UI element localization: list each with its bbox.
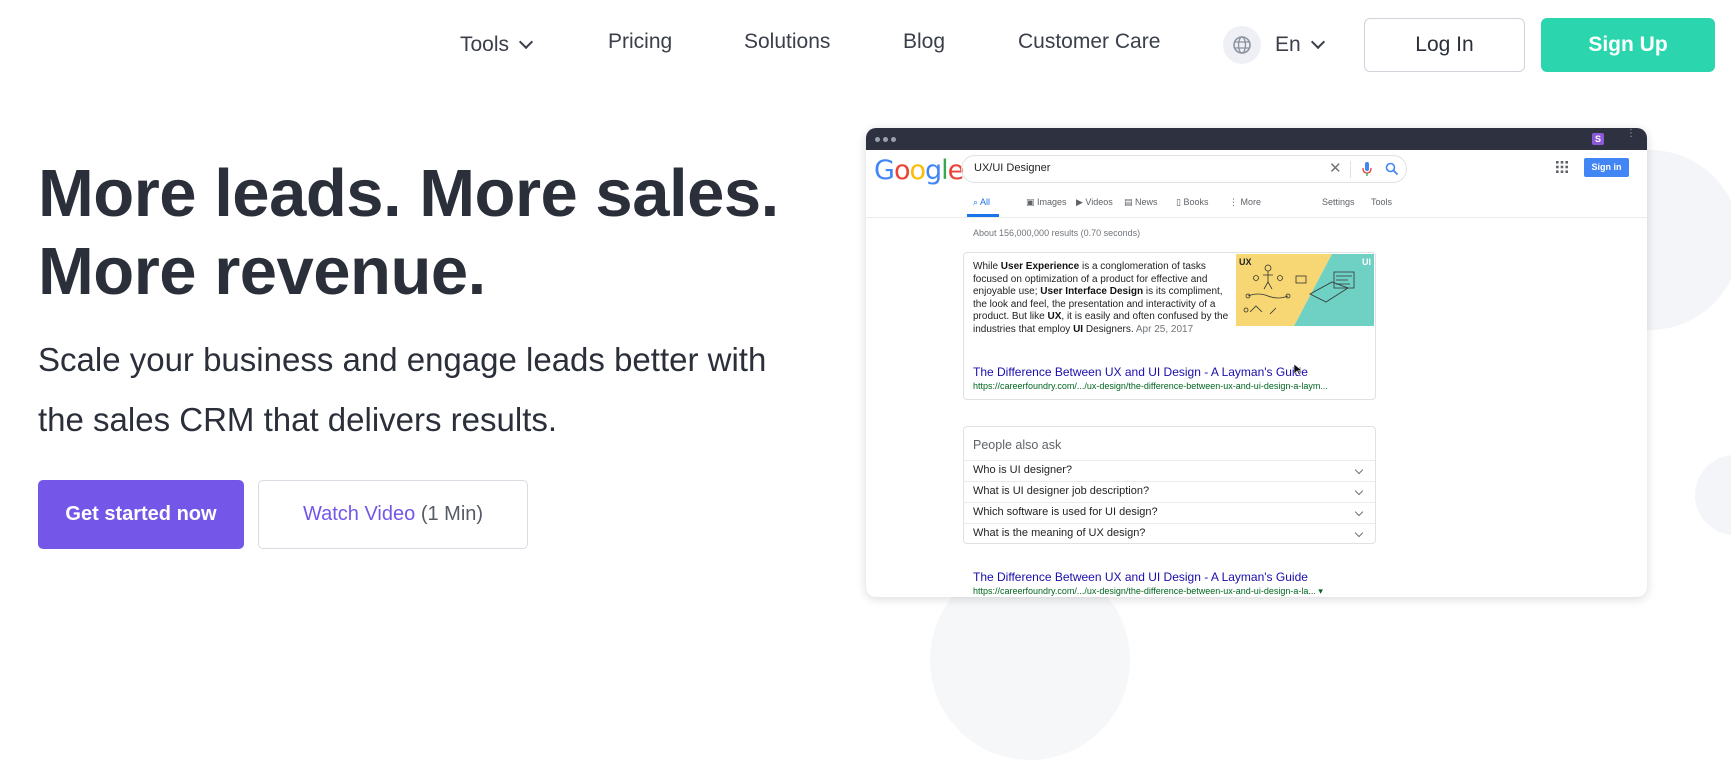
google-logo: Google	[874, 155, 964, 186]
signup-button[interactable]: Sign Up	[1541, 18, 1715, 72]
login-button[interactable]: Log In	[1364, 18, 1525, 72]
tab-settings: Settings	[1322, 197, 1355, 207]
result-count: About 156,000,000 results (0.70 seconds)	[973, 228, 1141, 238]
google-logo-letter: G	[874, 155, 895, 186]
divider	[1350, 161, 1351, 178]
nav-tools-label: Tools	[460, 33, 510, 56]
window-dot	[883, 137, 888, 142]
svg-text:UI: UI	[1362, 257, 1371, 267]
hero-title: More leads. More sales. More revenue.	[38, 155, 779, 311]
tab-news: ▤ News	[1124, 197, 1158, 207]
second-result-url: https://careerfoundry.com/.../ux-design/…	[973, 586, 1323, 596]
google-logo-letter: o	[893, 155, 911, 186]
video-duration: (1 Min)	[420, 503, 484, 525]
apps-grid-icon	[1556, 161, 1568, 173]
tab-images: ▣ Images	[1026, 197, 1067, 207]
nav-customer-care-link[interactable]: Customer Care	[1018, 30, 1160, 54]
chevron-down-icon	[518, 34, 534, 50]
chevron-down-icon	[1354, 528, 1364, 538]
google-logo-letter: o	[909, 155, 926, 186]
tab-videos: ▶ Videos	[1076, 197, 1113, 207]
background-shape	[1695, 455, 1731, 535]
watch-video-label: Watch Video	[302, 503, 416, 525]
nav-pricing-link[interactable]: Pricing	[608, 30, 672, 54]
featured-result-url: https://careerfoundry.com/.../ux-design/…	[973, 381, 1328, 391]
second-result-link: The Difference Between UX and UI Design …	[973, 570, 1308, 584]
clear-icon: ✕	[1329, 160, 1342, 177]
hero-subtitle: Scale your business and engage leads bet…	[38, 330, 838, 450]
window-dot	[875, 137, 880, 142]
watch-video-button[interactable]: Watch Video (1 Min)	[258, 480, 528, 549]
globe-icon[interactable]	[1223, 26, 1261, 64]
get-started-button[interactable]: Get started now	[38, 480, 244, 549]
paa-question-row: What is the meaning of UX design?	[963, 523, 1375, 544]
chevron-down-icon	[1354, 507, 1364, 517]
google-search-tabs: ⌕ All ▣ Images ▶ Videos ▤ News ▯ Books ⋮…	[866, 192, 1647, 218]
featured-result-link: The Difference Between UX and UI Design …	[973, 365, 1308, 379]
browser-menu-icon: ⋮	[1626, 128, 1636, 139]
ux-ui-illustration: UX UI	[1236, 254, 1374, 326]
tab-more: ⋮ More	[1229, 197, 1262, 207]
nav-tools-dropdown[interactable]: Tools	[460, 33, 534, 57]
language-label: En	[1275, 33, 1301, 56]
google-search-query: UX/UI Designer	[974, 162, 1051, 174]
hero-title-line2: More revenue.	[38, 234, 486, 309]
browser-title-bar: S ⋮	[866, 128, 1647, 150]
tab-books: ▯ Books	[1176, 197, 1209, 207]
paa-question-row: Which software is used for UI design?	[963, 502, 1375, 523]
tab-all: ⌕ All	[973, 197, 991, 207]
chevron-down-icon	[1354, 465, 1364, 475]
people-also-ask-title: People also ask	[973, 438, 1062, 452]
google-logo-letter: g	[925, 155, 942, 186]
nav-solutions-link[interactable]: Solutions	[744, 30, 830, 54]
active-tab-indicator	[967, 214, 999, 217]
hero-subtitle-line1: Scale your business and engage leads bet…	[38, 341, 767, 378]
tab-tools: Tools	[1371, 197, 1393, 207]
window-dot	[891, 137, 896, 142]
google-search-box: UX/UI Designer ✕	[961, 155, 1407, 183]
paa-question-row: Who is UI designer?	[963, 460, 1375, 481]
google-signin-button: Sign in	[1584, 158, 1629, 177]
nav-blog-link[interactable]: Blog	[903, 30, 945, 54]
top-navigation: Tools Pricing Solutions Blog Customer Ca…	[0, 0, 1731, 90]
search-icon	[1385, 162, 1399, 176]
paa-question-row: What is UI designer job description?	[963, 481, 1375, 502]
svg-text:UX: UX	[1239, 257, 1252, 267]
chevron-down-icon	[1354, 486, 1364, 496]
hero-title-line1: More leads. More sales.	[38, 156, 779, 231]
featured-snippet-text: While User Experience is a conglomeratio…	[973, 261, 1229, 335]
chevron-down-icon	[1310, 34, 1325, 50]
language-selector[interactable]: En	[1275, 33, 1325, 57]
microphone-icon	[1362, 162, 1372, 176]
mouse-cursor-icon	[1294, 364, 1303, 376]
hero-subtitle-line2: the sales CRM that delivers results.	[38, 401, 558, 438]
browser-extension-icon: S	[1592, 133, 1604, 145]
browser-mockup-screenshot: S ⋮ Google UX/UI Designer ✕ Sign in ⌕ Al…	[866, 128, 1647, 597]
